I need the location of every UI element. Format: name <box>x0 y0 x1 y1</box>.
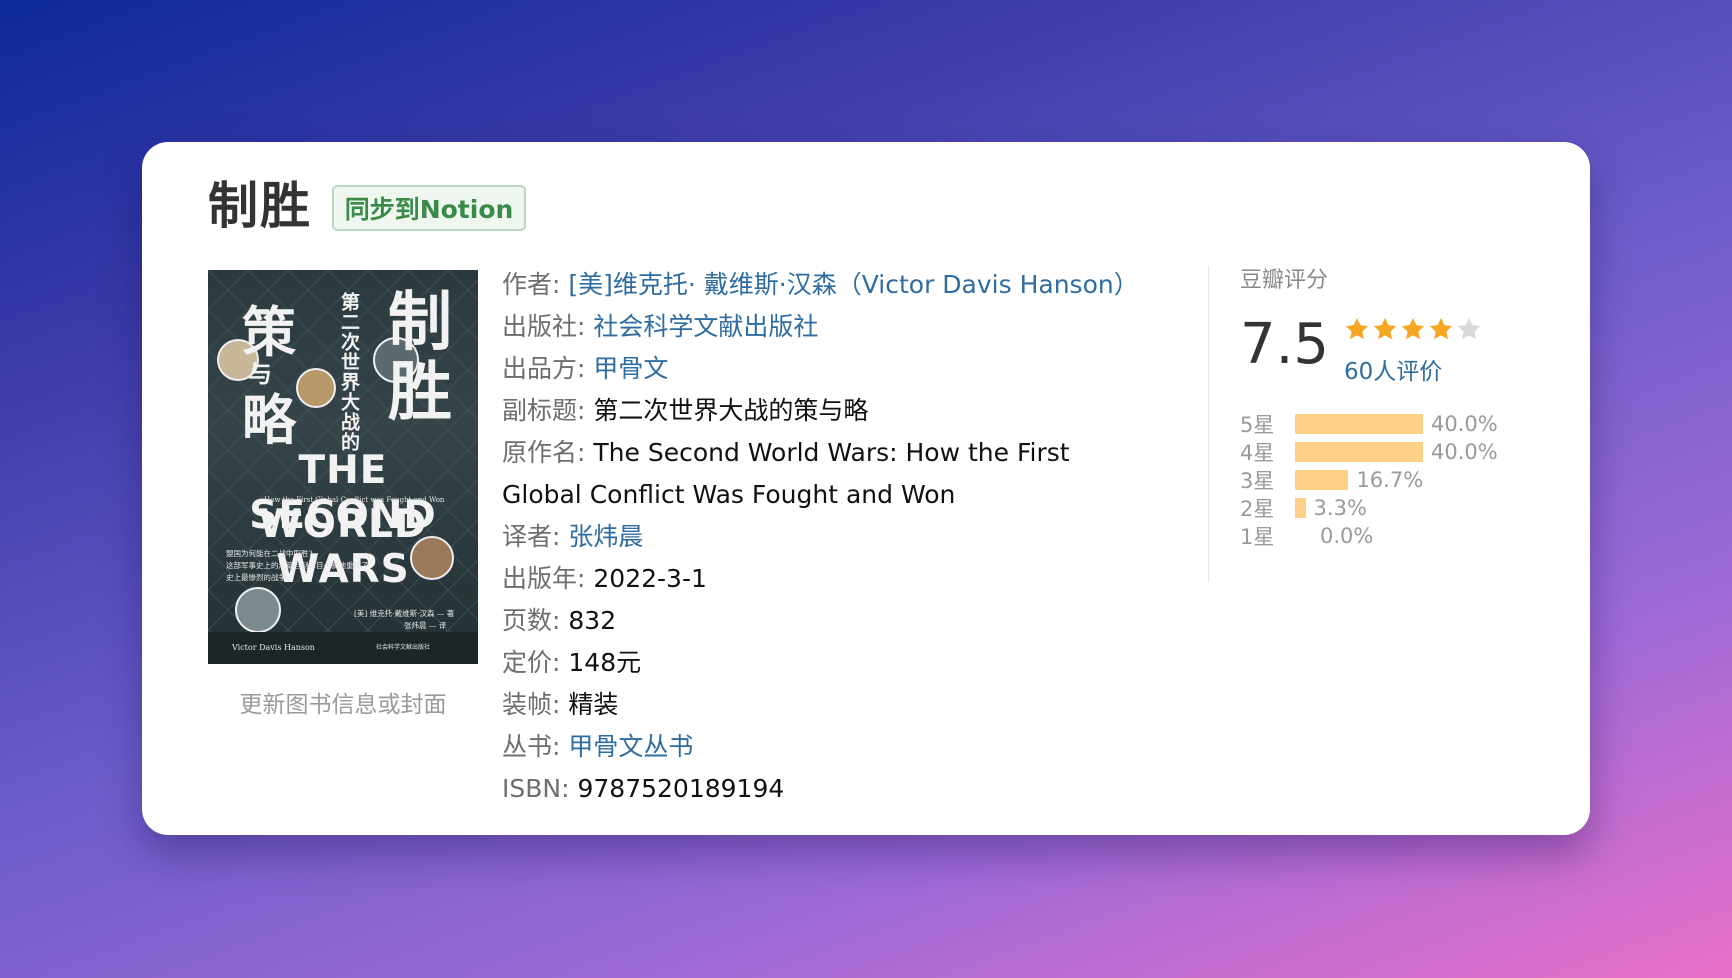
cover-blurb: 这部军事史上的鸿篇巨制耳目一新地重释了 <box>226 561 369 570</box>
info-row-series: 丛书: 甲骨文丛书 <box>502 726 1142 768</box>
update-info-link[interactable]: 更新图书信息或封面 <box>208 685 478 719</box>
publisher-link[interactable]: 社会科学文献出版社 <box>593 312 818 341</box>
price-label: 定价: <box>502 648 561 677</box>
info-row-translator: 译者: 张炜晨 <box>502 516 1142 558</box>
subtitle-value: 第二次世界大战的策与略 <box>593 396 869 425</box>
info-row-producer: 出品方: 甲骨文 <box>502 348 1142 390</box>
distribution-percent: 16.7% <box>1356 468 1424 492</box>
rating-count-link[interactable]: 60人评价 <box>1344 352 1442 386</box>
star-icon <box>1401 317 1425 340</box>
distribution-row: 5星 40.0% <box>1240 410 1570 438</box>
info-row-pubyear: 出版年: 2022-3-1 <box>502 558 1142 600</box>
cover-publisher: 社会科学文献出版社 <box>376 644 431 651</box>
cover-title-char: 胜 <box>388 355 452 430</box>
distribution-bar <box>1295 442 1423 462</box>
rating-score: 7.5 <box>1240 312 1330 377</box>
distribution-percent: 40.0% <box>1431 440 1498 464</box>
series-label: 丛书: <box>502 732 561 761</box>
star-icon <box>1429 317 1453 340</box>
distribution-label: 3星 <box>1240 469 1275 493</box>
info-row-original-title: 原作名: The Second World Wars: How the Firs… <box>502 432 1142 516</box>
rating-stars <box>1344 316 1482 342</box>
book-card: 制胜 同步到Notion 制 胜 策 与 略 第二次世界大战的 THE SECO… <box>142 142 1590 835</box>
distribution-percent: 0.0% <box>1320 524 1374 548</box>
producer-label: 出品方: <box>502 354 586 383</box>
translator-link[interactable]: 张炜晨 <box>568 522 643 551</box>
info-row-isbn: ISBN: 9787520189194 <box>502 768 1142 810</box>
star-icon <box>1457 317 1481 340</box>
distribution-percent: 3.3% <box>1313 496 1367 520</box>
author-link[interactable]: [美]维克托· 戴维斯·汉森（Victor Davis Hanson） <box>568 270 1138 299</box>
price-value: 148元 <box>568 648 642 677</box>
distribution-bar <box>1295 414 1423 434</box>
rating-distribution: 5星 40.0% 4星 40.0% 3星 16.7% 2星 3.3% 1星 0.0% <box>1240 410 1570 550</box>
original-title-label: 原作名: <box>502 438 586 467</box>
info-row-binding: 装帧: 精装 <box>502 684 1142 726</box>
isbn-value: 9787520189194 <box>577 774 785 803</box>
section-divider <box>1208 266 1209 582</box>
pubyear-label: 出版年: <box>502 564 586 593</box>
distribution-row: 4星 40.0% <box>1240 438 1570 466</box>
distribution-label: 2星 <box>1240 497 1275 521</box>
cover-blurb: 史上最惨烈的战争。 <box>226 573 294 582</box>
publisher-label: 出版社: <box>502 312 586 341</box>
distribution-row: 1星 0.0% <box>1240 522 1570 550</box>
cover-subtitle: 第二次世界大战的 <box>338 292 360 452</box>
pages-label: 页数: <box>502 606 561 635</box>
isbn-label: ISBN: <box>502 774 570 803</box>
distribution-row: 2星 3.3% <box>1240 494 1570 522</box>
producer-link[interactable]: 甲骨文 <box>593 354 668 383</box>
star-icon <box>1373 317 1397 340</box>
info-row-pages: 页数: 832 <box>502 600 1142 642</box>
cover-blurb: 盟国为何能在二战中取胜? <box>226 549 313 558</box>
book-info: 作者: [美]维克托· 戴维斯·汉森（Victor Davis Hanson） … <box>502 264 1142 810</box>
distribution-label: 1星 <box>1240 525 1275 549</box>
book-title: 制胜 <box>208 177 312 235</box>
rating-heading: 豆瓣评分 <box>1240 268 1329 293</box>
cover-author-en: Victor Davis Hanson <box>232 643 315 652</box>
info-row-publisher: 出版社: 社会科学文献出版社 <box>502 306 1142 348</box>
subtitle-label: 副标题: <box>502 396 586 425</box>
author-label: 作者: <box>502 270 561 299</box>
cover-title-char: 略 <box>242 388 296 452</box>
book-cover-image[interactable]: 制 胜 策 与 略 第二次世界大战的 THE SECOND How the Fi… <box>208 270 478 664</box>
distribution-percent: 40.0% <box>1431 412 1498 436</box>
rating-panel: 豆瓣评分 7.5 60人评价 5星 40.0% 4星 40.0% 3星 16.7% 2星 3.… <box>1240 266 1570 549</box>
distribution-row: 3星 16.7% <box>1240 466 1570 494</box>
star-icon <box>1345 317 1369 340</box>
info-row-subtitle: 副标题: 第二次世界大战的策与略 <box>502 390 1142 432</box>
binding-value: 精装 <box>568 690 619 719</box>
series-link[interactable]: 甲骨文丛书 <box>568 732 693 761</box>
distribution-label: 5星 <box>1240 413 1275 437</box>
cover-credit: 张炜晨 — 译 <box>404 621 447 630</box>
cover-credit: [美] 维克托·戴维斯·汉森 — 著 <box>354 609 455 618</box>
distribution-bar <box>1295 470 1349 490</box>
binding-label: 装帧: <box>502 690 561 719</box>
translator-label: 译者: <box>502 522 561 551</box>
info-row-author: 作者: [美]维克托· 戴维斯·汉森（Victor Davis Hanson） <box>502 264 1142 306</box>
original-title-value: The Second World Wars: How the First Glo… <box>502 438 1070 509</box>
info-row-price: 定价: 148元 <box>502 642 1142 684</box>
cover-title-char: 制 <box>388 285 452 360</box>
pages-value: 832 <box>568 606 617 635</box>
sync-notion-button[interactable]: 同步到Notion <box>332 185 526 231</box>
distribution-label: 4星 <box>1240 441 1275 465</box>
distribution-bar <box>1295 498 1306 518</box>
pubyear-value: 2022-3-1 <box>593 564 707 593</box>
